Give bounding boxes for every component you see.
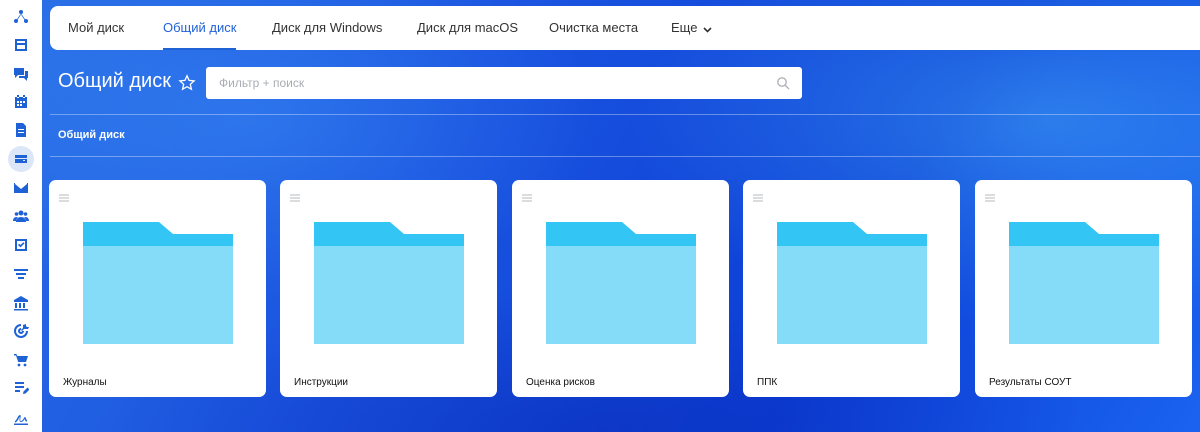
rail-item-list[interactable] (8, 375, 34, 401)
rail-item-people[interactable] (8, 203, 34, 229)
search-box (206, 67, 802, 99)
drive-icon (15, 155, 27, 163)
rail-item-target[interactable] (8, 318, 34, 344)
folder-label: Инструкции (294, 377, 349, 388)
cart-icon (14, 354, 28, 367)
tab-my-disk[interactable]: Мой диск (68, 6, 124, 50)
funnel-icon (14, 269, 28, 279)
top-tabs-bar: Мой диск Общий диск Диск для Windows Дис… (50, 6, 1200, 50)
rail-item-mail[interactable] (8, 175, 34, 201)
network-icon (14, 10, 28, 23)
target-icon (14, 324, 29, 338)
rail-item-sign[interactable] (8, 404, 34, 430)
folder-label: Результаты СОУТ (989, 377, 1072, 388)
rail-item-building[interactable] (8, 290, 34, 316)
rail-item-chat[interactable] (8, 61, 34, 87)
tab-more[interactable]: Еще (671, 6, 713, 51)
folder-icon (546, 222, 696, 344)
calendar-icon (15, 95, 27, 108)
folder-label: Оценка рисков (526, 377, 595, 388)
tab-disk-windows[interactable]: Диск для Windows (272, 6, 382, 50)
star-icon[interactable] (178, 74, 196, 92)
folder-card[interactable]: Результаты СОУТ (975, 180, 1192, 397)
checkbox-icon (15, 239, 27, 251)
tab-shared-disk[interactable]: Общий диск (163, 6, 237, 50)
tab-more-label: Еще (671, 20, 698, 35)
folder-card[interactable]: Оценка рисков (512, 180, 729, 397)
rail-item-funnel[interactable] (8, 261, 34, 287)
tab-disk-macos[interactable]: Диск для macOS (417, 6, 518, 50)
drag-handle-icon[interactable] (59, 189, 69, 202)
signature-icon (14, 415, 28, 425)
folder-card[interactable]: Журналы (49, 180, 266, 397)
mail-icon (14, 183, 28, 193)
folder-icon (83, 222, 233, 344)
rail-item-cart[interactable] (8, 347, 34, 373)
left-rail (0, 0, 42, 432)
folder-icon (777, 222, 927, 344)
folder-card[interactable]: ППК (743, 180, 960, 397)
search-icon[interactable] (776, 76, 790, 90)
rail-item-drive[interactable] (8, 146, 34, 172)
tab-cleanup[interactable]: Очистка места (549, 6, 638, 50)
rail-item-tasks[interactable] (8, 232, 34, 258)
drag-handle-icon[interactable] (290, 189, 300, 202)
window-icon (15, 39, 27, 51)
folder-icon (1009, 222, 1159, 344)
rail-item-window[interactable] (8, 32, 34, 58)
drag-handle-icon[interactable] (753, 189, 763, 202)
folder-label: Журналы (63, 377, 107, 388)
divider-top (50, 114, 1200, 115)
divider-bottom (50, 156, 1200, 157)
folder-icon (314, 222, 464, 344)
document-icon (16, 123, 26, 137)
chevron-down-icon (703, 7, 713, 51)
drag-handle-icon[interactable] (522, 189, 532, 202)
chat-icon (14, 68, 28, 81)
rail-item-network[interactable] (8, 4, 34, 30)
page-title: Общий диск (58, 70, 171, 92)
rail-item-documents[interactable] (8, 117, 34, 143)
breadcrumb[interactable]: Общий диск (58, 129, 125, 141)
drag-handle-icon[interactable] (985, 189, 995, 202)
rail-item-calendar[interactable] (8, 89, 34, 115)
folder-card[interactable]: Инструкции (280, 180, 497, 397)
people-icon (13, 210, 29, 222)
folder-label: ППК (757, 377, 778, 388)
building-icon (14, 296, 28, 311)
list-edit-icon (15, 382, 29, 394)
search-input[interactable] (206, 67, 766, 99)
